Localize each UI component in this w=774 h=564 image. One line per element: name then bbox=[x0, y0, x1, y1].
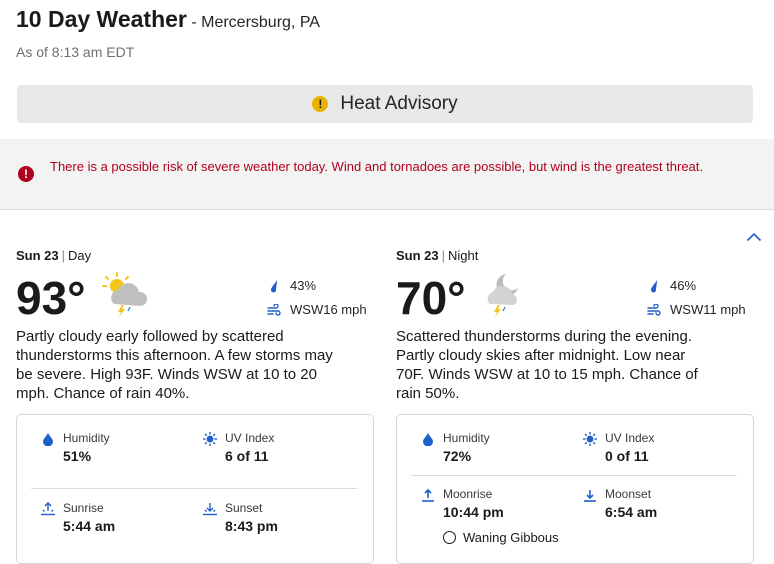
day-uv-value: 6 of 11 bbox=[225, 448, 269, 464]
day-sunset: Sunset 8:43 pm bbox=[203, 501, 278, 534]
night-date: Sun 23 bbox=[396, 248, 439, 263]
heat-advisory-button[interactable]: ! Heat Advisory bbox=[17, 85, 753, 123]
day-description: Partly cloudy early followed by scattere… bbox=[16, 328, 333, 402]
moonset-icon bbox=[584, 490, 596, 502]
day-humidity: Humidity 51% bbox=[43, 431, 110, 464]
day-card-divider bbox=[31, 488, 357, 489]
day-period: Day bbox=[68, 248, 92, 263]
moon-phase: Waning Gibbous bbox=[443, 530, 559, 545]
night-moonrise: Moonrise 10:44 pm bbox=[422, 487, 504, 520]
day-panel-heading: Sun 23 | Day bbox=[16, 248, 92, 263]
as-of-timestamp: As of 8:13 am EDT bbox=[16, 44, 135, 60]
day-precip-value: 43% bbox=[290, 278, 317, 293]
warning-icon: ! bbox=[312, 96, 329, 112]
day-wind-value: WSW16 mph bbox=[290, 302, 367, 317]
day-humidity-value: 51% bbox=[63, 448, 92, 464]
day-humidity-label: Humidity bbox=[63, 431, 110, 445]
day-date: Sun 23 bbox=[16, 248, 59, 263]
night-forecast-panel: Sun 23 | Night 70° 46% WSW11 mph Scattered… bbox=[396, 248, 754, 564]
wind-icon bbox=[647, 303, 661, 316]
day-sunrise: Sunrise 5:44 am bbox=[41, 501, 116, 534]
sunset-icon bbox=[203, 503, 217, 516]
advisory-label: Heat Advisory bbox=[340, 93, 458, 114]
night-humidity-label: Humidity bbox=[443, 431, 490, 445]
sunrise-icon bbox=[41, 502, 55, 516]
raindrop-icon bbox=[651, 279, 657, 292]
moon-phase-icon bbox=[443, 531, 456, 544]
location-label: - Mercersburg, PA bbox=[191, 14, 320, 31]
humidity-icon bbox=[423, 433, 433, 446]
day-temperature: 93° bbox=[16, 272, 86, 324]
page-title: 10 Day Weather bbox=[16, 6, 187, 32]
night-uv-value: 0 of 11 bbox=[605, 448, 649, 464]
night-description: Scattered thunderstorms during the eveni… bbox=[396, 328, 698, 402]
day-sunset-value: 8:43 pm bbox=[225, 518, 278, 534]
night-humidity-value: 72% bbox=[443, 448, 472, 464]
day-forecast-panel: Sun 23 | Day 93° 43% WSW16 mph Partly clou… bbox=[16, 248, 374, 564]
night-moonset: Moonset 6:54 am bbox=[584, 487, 658, 520]
uv-sun-icon bbox=[203, 432, 217, 446]
partly-cloudy-thunderstorm-sun-icon bbox=[102, 272, 148, 317]
day-wind: WSW16 mph bbox=[266, 302, 367, 317]
night-moonset-value: 6:54 am bbox=[605, 504, 658, 520]
night-humidity: Humidity 72% bbox=[423, 431, 490, 464]
moonrise-icon bbox=[422, 488, 434, 502]
night-wind: WSW11 mph bbox=[646, 302, 746, 317]
collapse-button[interactable] bbox=[745, 230, 763, 244]
night-precip-value: 46% bbox=[670, 278, 697, 293]
day-uv-index: UV Index 6 of 11 bbox=[203, 431, 275, 464]
day-precip-chance: 43% bbox=[266, 278, 316, 293]
night-moonset-label: Moonset bbox=[605, 487, 652, 501]
night-precip-chance: 46% bbox=[646, 278, 696, 293]
humidity-icon bbox=[43, 433, 53, 446]
severe-weather-alert: ! There is a possible risk of severe wea… bbox=[0, 139, 774, 210]
chevron-up-icon bbox=[746, 232, 762, 242]
night-panel-heading: Sun 23 | Night bbox=[396, 248, 479, 263]
night-uv-label: UV Index bbox=[605, 431, 655, 445]
page-header: 10 Day Weather - Mercersburg, PA bbox=[16, 6, 320, 33]
day-sunrise-value: 5:44 am bbox=[63, 518, 116, 534]
day-uv-label: UV Index bbox=[225, 431, 275, 445]
night-uv-index: UV Index 0 of 11 bbox=[583, 431, 655, 464]
night-moonrise-value: 10:44 pm bbox=[443, 504, 504, 520]
day-sunset-label: Sunset bbox=[225, 501, 263, 515]
wind-icon bbox=[267, 303, 281, 316]
night-details-card: Humidity 72% UV Index 0 of 11 Moonrise 1… bbox=[396, 414, 754, 564]
moon-phase-label: Waning Gibbous bbox=[463, 530, 559, 545]
night-wind-value: WSW11 mph bbox=[670, 302, 746, 317]
error-icon: ! bbox=[18, 166, 34, 182]
night-period: Night bbox=[448, 248, 479, 263]
day-sunrise-label: Sunrise bbox=[63, 501, 104, 515]
day-details-card: Humidity 51% UV Index 6 of 11 Sunrise 5:… bbox=[16, 414, 374, 564]
partly-cloudy-thunderstorm-moon-icon bbox=[487, 274, 518, 317]
night-card-divider bbox=[411, 475, 737, 476]
alert-text: There is a possible risk of severe weath… bbox=[50, 159, 703, 174]
night-moonrise-label: Moonrise bbox=[443, 487, 493, 501]
raindrop-icon bbox=[271, 279, 277, 292]
night-temperature: 70° bbox=[396, 272, 466, 324]
uv-sun-icon bbox=[583, 432, 597, 446]
